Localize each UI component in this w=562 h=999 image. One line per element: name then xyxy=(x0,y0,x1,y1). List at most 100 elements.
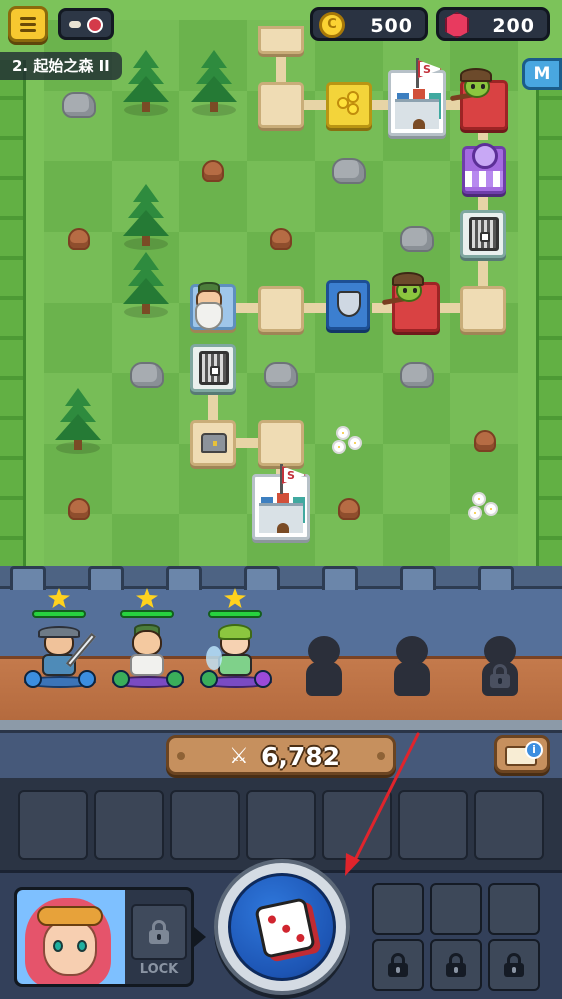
road xyxy=(276,56,286,82)
inventory-slot[interactable] xyxy=(398,790,468,860)
path-tile[interactable] xyxy=(258,420,304,466)
item-slot[interactable] xyxy=(488,883,540,935)
tree-stump xyxy=(270,228,292,250)
hero-portrait-card[interactable]: LOCK xyxy=(14,887,194,987)
gold-counter[interactable]: C 500 xyxy=(310,7,428,41)
road xyxy=(304,303,328,313)
menu-icon xyxy=(20,17,36,20)
locked-cage-tile[interactable] xyxy=(460,210,506,258)
hp-bar xyxy=(120,610,174,618)
tree-stump xyxy=(202,160,224,182)
shield-equipment-tile[interactable] xyxy=(326,280,370,330)
gold-coin-icon: C xyxy=(319,12,345,38)
skill-lock-slot[interactable] xyxy=(131,904,187,960)
padlock-icon xyxy=(444,953,468,977)
lock-label: LOCK xyxy=(139,962,179,977)
hp-bar xyxy=(208,610,262,618)
flower-patch xyxy=(470,494,500,518)
game-board: S S xyxy=(0,0,562,590)
gem-counter[interactable]: 200 xyxy=(436,7,550,41)
tree-stump xyxy=(68,498,90,520)
path-tile[interactable] xyxy=(258,26,304,54)
party-hero-sage[interactable] xyxy=(108,566,188,688)
inventory-slot[interactable] xyxy=(18,790,88,860)
treasure-chest-tile[interactable] xyxy=(190,420,236,466)
road xyxy=(208,392,218,420)
padlock-icon xyxy=(147,920,171,944)
hero-portrait xyxy=(17,890,125,984)
shield-icon xyxy=(337,291,361,317)
gem-amount: 200 xyxy=(492,15,535,37)
rock xyxy=(400,226,434,252)
map-button[interactable]: M xyxy=(522,58,562,90)
roll-dice-button[interactable] xyxy=(214,859,350,995)
lock-icon xyxy=(210,366,220,376)
rock xyxy=(62,92,96,118)
codex-info-button[interactable]: i xyxy=(494,735,550,773)
road xyxy=(236,303,260,313)
nature-element-icon xyxy=(112,670,130,688)
pointer-arrow-icon xyxy=(194,927,206,947)
water-element-icon xyxy=(24,670,42,688)
red-gem-icon xyxy=(445,12,469,38)
tree-stump xyxy=(68,228,90,250)
inventory-slot[interactable] xyxy=(170,790,240,860)
power-bar: ⚔ 6,782 i xyxy=(0,730,562,778)
party-power-plaque: ⚔ 6,782 xyxy=(166,735,396,775)
path-tile[interactable] xyxy=(258,286,304,332)
locked-item-slot[interactable] xyxy=(430,939,482,991)
road xyxy=(236,438,260,448)
inventory-slot[interactable] xyxy=(94,790,164,860)
empty-party-slot[interactable] xyxy=(302,636,346,700)
pine-tree xyxy=(120,50,172,116)
goblin-enemy[interactable] xyxy=(449,68,498,108)
star-icon xyxy=(224,588,246,608)
rock xyxy=(130,362,164,388)
arcane-element-icon xyxy=(254,670,272,688)
speed-toggle-button[interactable] xyxy=(58,8,114,40)
empty-party-slot[interactable] xyxy=(390,636,434,700)
party-power-value: 6,782 xyxy=(261,742,341,771)
inventory-slot[interactable] xyxy=(246,790,316,860)
water-element-icon xyxy=(78,670,96,688)
locked-item-slot[interactable] xyxy=(372,939,424,991)
road xyxy=(478,258,488,286)
party-hero-elf[interactable] xyxy=(196,566,276,688)
inventory-slot[interactable] xyxy=(322,790,392,860)
goblin-enemy[interactable] xyxy=(381,272,430,312)
item-slot[interactable] xyxy=(430,883,482,935)
item-slot[interactable] xyxy=(372,883,424,935)
locked-item-slot[interactable] xyxy=(488,939,540,991)
party-hero-knight[interactable] xyxy=(20,566,100,688)
locked-party-slot[interactable] xyxy=(478,636,522,700)
pine-tree xyxy=(120,252,172,318)
path-tile[interactable] xyxy=(460,286,506,332)
skull-badge-icon xyxy=(87,17,103,33)
dice-icon xyxy=(254,897,316,959)
inventory-slot[interactable] xyxy=(474,790,544,860)
star-icon xyxy=(48,588,70,608)
bottom-panel: LOCK xyxy=(0,859,562,999)
chest-icon xyxy=(201,433,227,453)
gold-reward-tile[interactable] xyxy=(326,82,372,128)
hedge-right xyxy=(536,60,562,590)
nature-element-icon xyxy=(166,670,184,688)
rock xyxy=(332,158,366,184)
padlock-icon xyxy=(488,664,512,688)
road xyxy=(370,100,390,110)
inventory-bar xyxy=(0,778,562,870)
sage-hero-token[interactable] xyxy=(186,280,236,340)
lock-icon xyxy=(480,232,490,242)
tree-stump xyxy=(474,430,496,452)
pine-tree xyxy=(188,50,240,116)
flower-patch xyxy=(334,428,364,452)
tree-stump xyxy=(338,498,360,520)
locked-cage-tile[interactable] xyxy=(190,344,236,392)
magic-shop-tile[interactable] xyxy=(462,143,506,194)
crossed-swords-icon: ⚔ xyxy=(229,744,249,769)
rock xyxy=(400,362,434,388)
hamburger-menu-button[interactable] xyxy=(8,6,48,42)
rock xyxy=(264,362,298,388)
path-tile[interactable] xyxy=(258,82,304,128)
pentagram-orb-icon xyxy=(472,143,498,169)
